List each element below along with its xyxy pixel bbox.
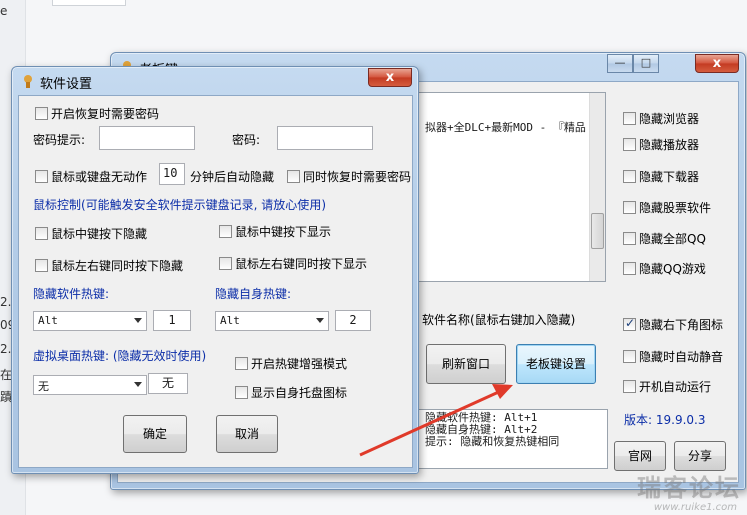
- both-buttons-hide-checkbox[interactable]: 鼠标左右键同时按下隐藏: [35, 257, 183, 274]
- website-button[interactable]: 官网: [614, 441, 666, 471]
- background-box: [52, 0, 126, 6]
- watermark-url: www.ruike1.com: [653, 502, 737, 513]
- version-label: 版本: 19.9.0.3: [624, 413, 706, 427]
- idle-auto-hide-checkbox[interactable]: 鼠标或键盘无动作: [35, 168, 147, 185]
- list-scrollbar[interactable]: [589, 93, 605, 281]
- info-line: 提示: 隐藏和恢复热键相同: [425, 435, 560, 448]
- cancel-button[interactable]: 取消: [216, 415, 278, 453]
- hide-all-qq-checkbox[interactable]: 隐藏全部QQ: [623, 230, 706, 247]
- background-text: e: [0, 4, 8, 18]
- idle-suffix-label: 分钟后自动隐藏: [190, 170, 275, 184]
- hide-qq-games-checkbox[interactable]: 隐藏QQ游戏: [623, 260, 706, 277]
- hide-self-key-input[interactable]: 2: [335, 310, 371, 331]
- idle-minutes-input[interactable]: 10: [159, 163, 185, 185]
- app-icon: [24, 75, 32, 88]
- both-buttons-show-checkbox[interactable]: 鼠标左右键同时按下显示: [219, 255, 367, 272]
- settings-client-area: 开启恢复时需要密码 密码提示: 密码: 鼠标或键盘无动作 10 分钟后自动隐藏 …: [18, 95, 413, 468]
- password-input[interactable]: [277, 126, 373, 150]
- chevron-down-icon: [134, 318, 142, 323]
- password-hint-label: 密码提示:: [33, 133, 86, 147]
- auto-start-checkbox[interactable]: 开机自动运行: [623, 378, 711, 395]
- ok-button[interactable]: 确定: [123, 415, 187, 453]
- password-hint-input[interactable]: [99, 126, 195, 150]
- hide-self-modifier-select[interactable]: Alt: [215, 311, 329, 331]
- hide-self-hotkey-label: 隐藏自身热键:: [215, 287, 292, 301]
- hide-software-modifier-select[interactable]: Alt: [33, 311, 147, 331]
- hide-tray-icon-checkbox[interactable]: 隐藏右下角图标: [623, 316, 723, 333]
- virtual-desktop-modifier-select[interactable]: 无: [33, 375, 147, 395]
- chevron-down-icon: [134, 382, 142, 387]
- settings-dialog[interactable]: 软件设置 x 开启恢复时需要密码 密码提示: 密码: 鼠标或键盘无动作 10 分…: [11, 66, 419, 474]
- minimize-button[interactable]: —: [607, 54, 633, 73]
- main-close-button[interactable]: x: [695, 54, 739, 73]
- middle-click-show-checkbox[interactable]: 鼠标中键按下显示: [219, 223, 331, 240]
- scrollbar-thumb[interactable]: [591, 213, 604, 249]
- hide-browser-checkbox[interactable]: 隐藏浏览器: [623, 110, 699, 127]
- virtual-desktop-key-input[interactable]: 无: [148, 373, 188, 394]
- require-password-checkbox[interactable]: 开启恢复时需要密码: [35, 105, 159, 122]
- settings-dialog-title: 软件设置: [40, 77, 93, 92]
- software-name-label: 软件名称(鼠标右键加入隐藏): [422, 313, 576, 327]
- refresh-window-button[interactable]: 刷新窗口: [426, 344, 506, 384]
- list-item[interactable]: 拟器+全DLC+最新MOD - 『精品: [425, 119, 586, 135]
- auto-mute-checkbox[interactable]: 隐藏时自动静音: [623, 348, 723, 365]
- hide-stock-software-checkbox[interactable]: 隐藏股票软件: [623, 199, 711, 216]
- hotkey-info-box: 隐藏软件热键: Alt+1 隐藏自身热键: Alt+2 提示: 隐藏和恢复热键相…: [418, 409, 608, 469]
- hide-player-checkbox[interactable]: 隐藏播放器: [623, 136, 699, 153]
- hide-downloader-checkbox[interactable]: 隐藏下载器: [623, 168, 699, 185]
- boss-key-settings-button[interactable]: 老板键设置: [516, 344, 596, 384]
- settings-titlebar[interactable]: 软件设置 x: [12, 67, 418, 95]
- background-text: 2.: [0, 295, 12, 309]
- virtual-desktop-hotkey-label: 虚拟桌面热键: (隐藏无效时使用): [33, 349, 207, 363]
- process-list[interactable]: 拟器+全DLC+最新MOD - 『精品: [418, 92, 606, 282]
- chevron-down-icon: [316, 318, 324, 323]
- mouse-control-section-label: 鼠标控制(可能触发安全软件提示键盘记录, 请放心使用): [33, 198, 326, 212]
- watermark-text: 瑞客论坛: [637, 474, 741, 502]
- show-tray-icon-checkbox[interactable]: 显示自身托盘图标: [235, 384, 347, 401]
- enhanced-hotkey-mode-checkbox[interactable]: 开启热键增强模式: [235, 355, 347, 372]
- password-label: 密码:: [232, 133, 261, 147]
- hide-software-key-input[interactable]: 1: [153, 310, 191, 331]
- maximize-button[interactable]: □: [633, 54, 659, 73]
- also-require-password-checkbox[interactable]: 同时恢复时需要密码: [287, 168, 411, 185]
- middle-click-hide-checkbox[interactable]: 鼠标中键按下隐藏: [35, 225, 147, 242]
- share-button[interactable]: 分享: [674, 441, 726, 471]
- hide-software-hotkey-label: 隐藏软件热键:: [33, 287, 110, 301]
- settings-close-button[interactable]: x: [368, 68, 412, 87]
